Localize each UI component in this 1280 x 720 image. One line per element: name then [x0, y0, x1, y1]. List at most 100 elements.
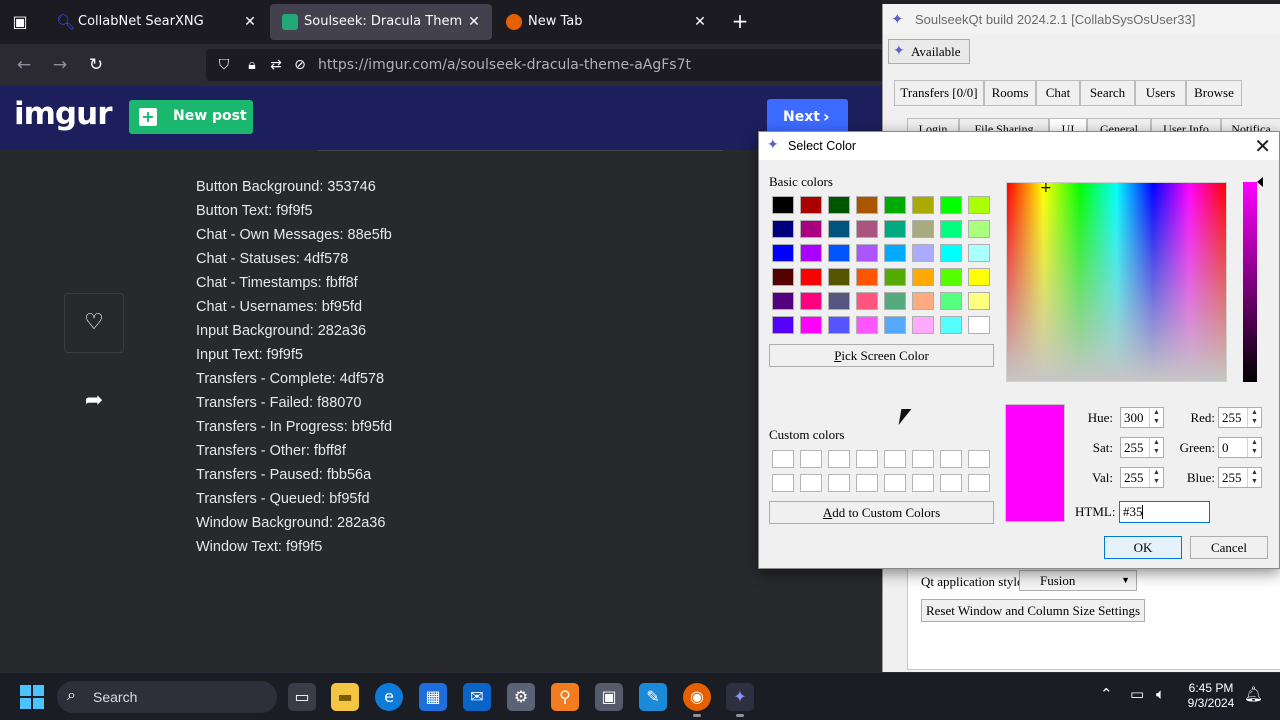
basic-color-swatch[interactable] [884, 292, 906, 310]
reload-icon[interactable]: ↻ [84, 53, 108, 77]
tab-new-tab[interactable]: New Tab ✕ [494, 4, 718, 40]
share-arrow-icon[interactable]: ➦ [64, 380, 124, 422]
custom-color-swatch[interactable] [940, 450, 962, 468]
basic-color-swatch[interactable] [856, 196, 878, 214]
new-tab-plus-icon[interactable]: + [728, 10, 752, 34]
imgur-logo[interactable]: imgur [14, 96, 112, 132]
basic-color-swatch[interactable] [940, 244, 962, 262]
basic-color-swatch[interactable] [940, 316, 962, 334]
basic-color-swatch[interactable] [912, 220, 934, 238]
basic-color-swatch[interactable] [800, 220, 822, 238]
tab-users[interactable]: Users [1135, 80, 1186, 106]
basic-color-swatch[interactable] [940, 292, 962, 310]
soulseek-taskbar-icon[interactable]: ✦ [726, 683, 754, 717]
permissions-icon[interactable]: ⇄ [266, 55, 286, 75]
basic-color-swatch[interactable] [968, 220, 990, 238]
custom-color-swatch[interactable] [968, 474, 990, 492]
custom-color-swatch[interactable] [856, 450, 878, 468]
crosshair-icon[interactable]: + [1040, 181, 1054, 197]
custom-color-swatch[interactable] [772, 474, 794, 492]
custom-color-swatch[interactable] [772, 450, 794, 468]
tab-close-icon[interactable]: ✕ [240, 12, 260, 32]
add-to-custom-colors-button[interactable]: Add to Custom Colors [769, 501, 994, 524]
green-spinbox[interactable]: 0 ▲ ▼ [1218, 437, 1262, 458]
custom-color-swatch[interactable] [884, 450, 906, 468]
lock-icon[interactable]: 🔒︎ [242, 55, 262, 75]
heart-icon[interactable]: ♡ [64, 293, 124, 353]
basic-color-swatch[interactable] [968, 268, 990, 286]
basic-color-swatch[interactable] [800, 316, 822, 334]
basic-color-swatch[interactable] [800, 196, 822, 214]
basic-color-swatch[interactable] [884, 220, 906, 238]
tab-browse[interactable]: Browse [1186, 80, 1242, 106]
forward-arrow-icon[interactable]: → [48, 53, 72, 77]
shield-icon[interactable]: ⛉ [214, 55, 234, 75]
red-spinbox[interactable]: 255 ▲ ▼ [1218, 407, 1262, 428]
tab-chat[interactable]: Chat [1036, 80, 1080, 106]
ok-button[interactable]: OK [1104, 536, 1182, 559]
settings-gear-icon[interactable]: ⚙ [507, 683, 535, 711]
file-explorer-icon[interactable]: ▬ [331, 683, 359, 711]
tab-list-icon[interactable]: ▣ [8, 10, 32, 34]
luminance-arrow-icon[interactable] [1257, 177, 1263, 187]
availability-button[interactable]: ✦ Available [888, 39, 970, 64]
basic-color-swatch[interactable] [968, 244, 990, 262]
blue-spinbox[interactable]: 255 ▲ ▼ [1218, 467, 1262, 488]
network-icon[interactable]: ▭ [1130, 685, 1144, 703]
basic-color-swatch[interactable] [800, 292, 822, 310]
dialog-titlebar[interactable]: ✦ Select Color ✕ [759, 132, 1279, 160]
basic-color-swatch[interactable] [968, 292, 990, 310]
basic-color-swatch[interactable] [772, 220, 794, 238]
tab-close-icon[interactable]: ✕ [464, 12, 484, 32]
basic-color-swatch[interactable] [856, 244, 878, 262]
basic-color-swatch[interactable] [772, 268, 794, 286]
firefox-icon[interactable]: ◉ [683, 683, 711, 717]
tab-rooms[interactable]: Rooms [984, 80, 1036, 106]
spin-arrows-icon[interactable]: ▲ ▼ [1247, 408, 1261, 427]
basic-color-swatch[interactable] [912, 316, 934, 334]
remote-desktop-icon[interactable]: ▣ [595, 683, 623, 711]
windows-start-icon[interactable] [20, 685, 44, 709]
basic-color-swatch[interactable] [772, 292, 794, 310]
basic-color-swatch[interactable] [856, 268, 878, 286]
basic-color-swatch[interactable] [968, 316, 990, 334]
basic-color-swatch[interactable] [800, 244, 822, 262]
custom-color-swatch[interactable] [800, 474, 822, 492]
taskbar-search[interactable]: ⌕ Search [57, 681, 277, 713]
basic-color-swatch[interactable] [884, 244, 906, 262]
tab-search[interactable]: Search [1080, 80, 1135, 106]
custom-color-swatch[interactable] [968, 450, 990, 468]
basic-color-swatch[interactable] [968, 196, 990, 214]
basic-color-swatch[interactable] [856, 292, 878, 310]
basic-color-swatch[interactable] [940, 196, 962, 214]
clock[interactable]: 6:45 PM 9/3/2024 [1180, 681, 1242, 711]
cancel-button[interactable]: Cancel [1190, 536, 1268, 559]
tracking-blocked-icon[interactable]: ⊘ [290, 55, 310, 75]
basic-color-swatch[interactable] [800, 268, 822, 286]
microsoft-store-icon[interactable]: ▦ [419, 683, 447, 711]
tab-transfers[interactable]: Transfers [0/0] [894, 80, 984, 106]
task-view-icon[interactable]: ▭ [288, 683, 316, 711]
basic-color-swatch[interactable] [940, 220, 962, 238]
tab-imgur[interactable]: Soulseek: Dracula Theme - Imgur ✕ [270, 4, 492, 40]
back-arrow-icon[interactable]: ← [12, 53, 36, 77]
basic-color-swatch[interactable] [912, 196, 934, 214]
paint-icon[interactable]: ✎ [639, 683, 667, 711]
basic-color-swatch[interactable] [828, 292, 850, 310]
url-bar[interactable]: ⛉ 🔒︎ ⇄ ⊘ https://imgur.com/a/soulseek-dr… [206, 49, 896, 81]
basic-color-swatch[interactable] [828, 196, 850, 214]
basic-color-swatch[interactable] [912, 292, 934, 310]
basic-color-swatch[interactable] [884, 268, 906, 286]
spin-arrows-icon[interactable]: ▲ ▼ [1247, 438, 1261, 457]
luminance-bar[interactable] [1243, 182, 1257, 382]
custom-color-swatch[interactable] [884, 474, 906, 492]
custom-color-swatch[interactable] [828, 474, 850, 492]
basic-color-swatch[interactable] [856, 316, 878, 334]
basic-color-swatch[interactable] [828, 244, 850, 262]
tab-close-icon[interactable]: ✕ [690, 12, 710, 32]
close-icon[interactable]: ✕ [1254, 134, 1271, 158]
soulseek-titlebar[interactable]: ✦ SoulseekQt build 2024.2.1 [CollabSysOs… [883, 4, 1280, 34]
basic-color-swatch[interactable] [772, 244, 794, 262]
custom-color-swatch[interactable] [800, 450, 822, 468]
custom-color-swatch[interactable] [912, 474, 934, 492]
